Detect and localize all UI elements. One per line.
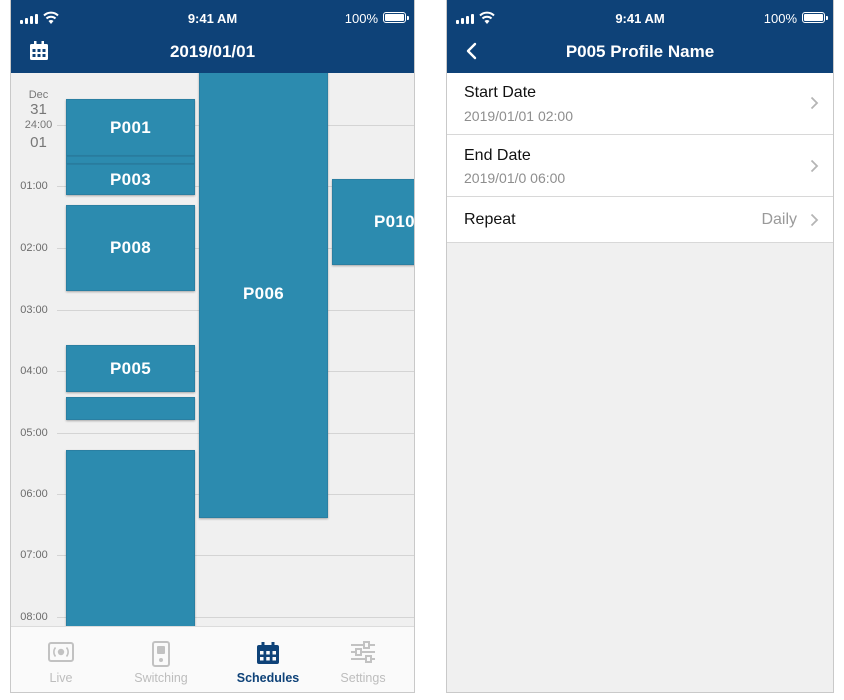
repeat-value: Daily: [761, 211, 797, 228]
profile-screen: 9:41 AM 100% P005 Profile Name Start Dat…: [446, 0, 834, 693]
profile-title: P005 Profile Name: [565, 42, 715, 61]
prev-day-label: 31: [30, 101, 47, 118]
tab-schedules-label: Schedules: [236, 671, 300, 685]
event-block-p001[interactable]: P001: [66, 99, 195, 156]
start-date-row[interactable]: Start Date 2019/01/01 02:00: [447, 73, 833, 135]
tab-switching[interactable]: Switching: [111, 627, 211, 692]
chevron-right-icon: [810, 96, 819, 110]
battery-icon: [802, 12, 828, 23]
schedules-header: 9:41 AM 100% 2019/01/01: [11, 0, 414, 73]
hour-label: 07:00: [20, 549, 48, 561]
end-date-row[interactable]: End Date 2019/01/0 06:00: [447, 135, 833, 197]
battery-percent: 100%: [763, 11, 797, 26]
live-camera-icon: [48, 642, 74, 662]
event-block-p008[interactable]: P008: [66, 205, 195, 291]
tab-settings-label: Settings: [340, 671, 386, 685]
start-date-title: Start Date: [464, 84, 537, 101]
hour-label: 01:00: [20, 180, 48, 192]
tab-switching-label: Switching: [134, 671, 188, 685]
hour-label: 05:00: [20, 427, 48, 439]
event-block[interactable]: [66, 397, 195, 420]
profile-header: 9:41 AM 100% P005 Profile Name: [447, 0, 833, 73]
tab-settings[interactable]: Settings: [313, 627, 413, 692]
chevron-right-icon: [810, 213, 819, 227]
repeat-title: Repeat: [464, 211, 516, 228]
hour-label: 02:00: [20, 242, 48, 254]
event-block[interactable]: [66, 156, 195, 164]
midnight-label: 24:00: [24, 119, 53, 131]
status-bar: 9:41 AM 100%: [11, 0, 414, 34]
tab-live[interactable]: Live: [11, 627, 111, 692]
event-block-p006[interactable]: P006: [199, 73, 328, 518]
hour-label: 03:00: [20, 304, 48, 316]
event-block-p005[interactable]: P005: [66, 345, 195, 392]
tab-bar: Live Switching Schedules Settings: [11, 626, 414, 692]
tab-live-label: Live: [49, 671, 73, 685]
repeat-row[interactable]: Repeat Daily: [447, 197, 833, 243]
event-block-p010[interactable]: P010: [332, 179, 414, 265]
end-date-value: 2019/01/0 06:00: [464, 170, 566, 186]
month-label: Dec: [28, 89, 49, 101]
switching-icon: [152, 641, 170, 667]
battery-percent: 100%: [344, 11, 378, 26]
day-label: 01: [30, 134, 47, 151]
tab-schedules[interactable]: Schedules: [218, 627, 318, 692]
battery-icon: [383, 12, 409, 23]
status-bar: 9:41 AM 100%: [447, 0, 833, 34]
schedule-timeline[interactable]: Dec 31 24:00 01 01:00 02:00 03:00 04:00 …: [11, 73, 414, 626]
sliders-icon: [351, 641, 375, 663]
calendar-icon: [257, 642, 279, 664]
hour-label: 08:00: [20, 611, 48, 623]
event-block-p003[interactable]: P003: [66, 164, 195, 195]
hour-label: 06:00: [20, 488, 48, 500]
schedules-screen: 9:41 AM 100% 2019/01/01 Dec 31 24:00 01 …: [10, 0, 415, 693]
profile-settings-list: Start Date 2019/01/01 02:00 End Date 201…: [447, 73, 833, 243]
event-block[interactable]: [66, 450, 195, 626]
chevron-right-icon: [810, 159, 819, 173]
end-date-title: End Date: [464, 147, 531, 164]
start-date-value: 2019/01/01 02:00: [464, 108, 573, 124]
hour-label: 04:00: [20, 365, 48, 377]
schedule-date-title: 2019/01/01: [169, 42, 256, 61]
